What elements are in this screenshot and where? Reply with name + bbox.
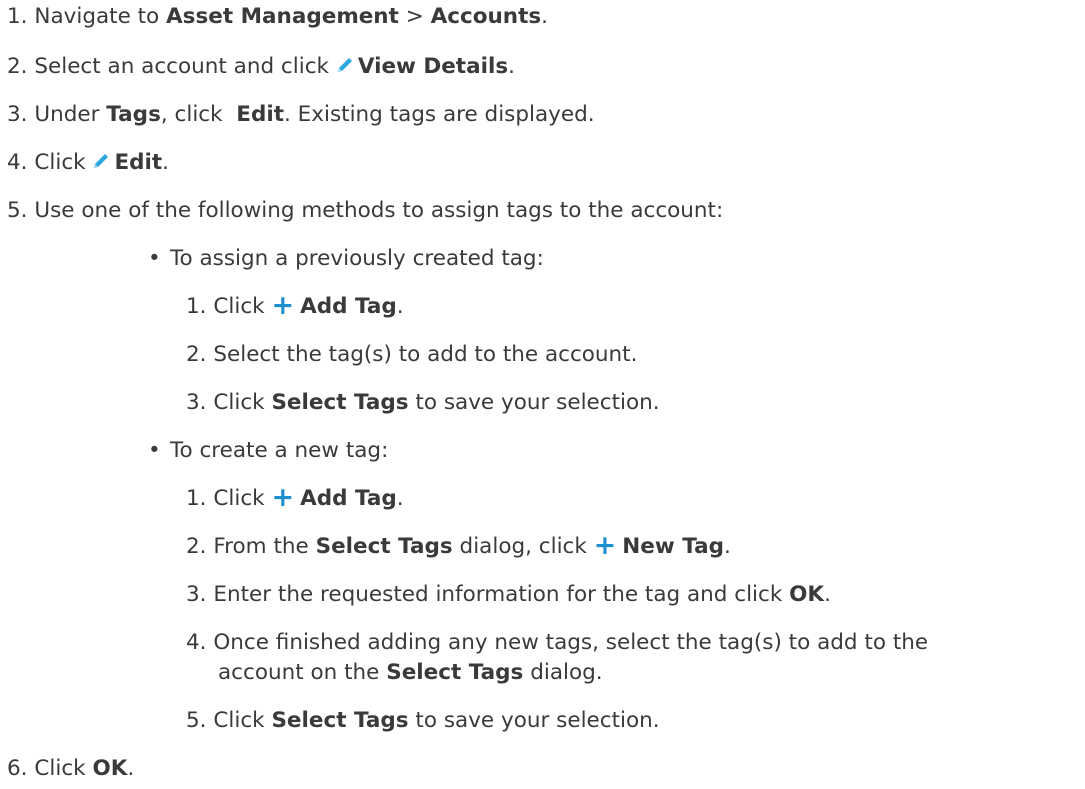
bullet-glyph: • [148,246,161,271]
substep-a3: 3. Click Select Tags to save your select… [186,388,660,417]
substep-b3: 3. Enter the requested information for t… [186,580,831,609]
step-text: dialog, click [452,534,594,559]
plus-icon: + [271,482,295,513]
plus-icon: + [271,290,295,321]
step-text: . [724,534,731,559]
step-text: Click [213,294,272,319]
step-text: Click [213,390,272,415]
substep-b2: 2. From the Select Tags dialog, click + N… [186,532,731,561]
step-text: . [541,4,549,29]
new-tag-label: New Tag [622,534,725,559]
step-text: Select the tag(s) to add to the account. [213,342,638,367]
step-6: 6. Click OK. [7,754,134,783]
step-number: 3. [186,390,207,415]
step-text: From the [213,534,316,559]
step-text: . Existing tags are displayed. [284,102,595,127]
step-text: Select an account and click [34,54,336,79]
step-text: Enter the requested information for the … [213,582,790,607]
step-text: . [824,582,831,607]
step-number: 1. [186,486,207,511]
step-text: . [396,294,404,319]
step-text: dialog. [523,660,603,685]
step-2: 2. Select an account and click View Deta… [7,52,515,81]
step-number: 2. [7,54,28,79]
substep-b4-continued: account on the Select Tags dialog. [218,658,603,687]
instructions-page: 1. Navigate to Asset Management > Accoun… [0,0,1085,789]
step-text: To assign a previously created tag: [170,246,544,271]
step-3: 3. Under Tags, click Edit. Existing tags… [7,100,595,129]
step-text: . [127,756,135,781]
select-tags-label: Select Tags [386,660,524,685]
plus-icon: + [593,530,617,561]
step-text: > [398,4,431,29]
step-number: 3. [186,582,207,607]
edit-label: Edit [114,150,163,175]
step-number: 1. [186,294,207,319]
step-text: Click [34,756,93,781]
step-text: to save your selection. [408,390,660,415]
step-number: 6. [7,756,28,781]
bullet-create-new: • To create a new tag: [148,436,388,465]
step-number: 1. [7,4,28,29]
substep-b4: 4. Once finished adding any new tags, se… [186,628,928,657]
substep-a2: 2. Select the tag(s) to add to the accou… [186,340,637,369]
menu-accounts: Accounts [430,4,542,29]
add-tag-label: Add Tag [300,294,397,319]
ok-label: OK [92,756,128,781]
add-tag-label: Add Tag [300,486,397,511]
step-text: . [396,486,404,511]
menu-asset-management: Asset Management [166,4,399,29]
select-tags-label: Select Tags [271,708,409,733]
step-4: 4. Click Edit. [7,148,169,177]
step-text: Under [34,102,107,127]
substep-b1: 1. Click + Add Tag. [186,484,404,513]
step-text: Use one of the following methods to assi… [34,198,724,223]
step-text: , click [160,102,237,127]
step-5: 5. Use one of the following methods to a… [7,196,723,225]
step-text: Click [213,486,272,511]
view-details-label: View Details [357,54,509,79]
step-number: 4. [186,630,207,655]
step-text: to save your selection. [408,708,660,733]
tags-label: Tags [106,102,161,127]
substep-b5: 5. Click Select Tags to save your select… [186,706,660,735]
step-text: Click [34,150,93,175]
step-number: 2. [186,342,207,367]
ok-label: OK [789,582,825,607]
step-number: 3. [7,102,28,127]
step-text: Navigate to [34,4,167,29]
step-text: . [508,54,515,79]
step-text: Once finished adding any new tags, selec… [213,630,929,655]
step-number: 2. [186,534,207,559]
step-text: To create a new tag: [170,438,389,463]
bullet-assign-existing: • To assign a previously created tag: [148,244,544,273]
pencil-icon [337,58,352,72]
step-text: Click [213,708,272,733]
step-number: 4. [7,150,28,175]
step-number: 5. [7,198,28,223]
select-tags-label: Select Tags [315,534,453,559]
select-tags-label: Select Tags [271,390,409,415]
substep-a1: 1. Click + Add Tag. [186,292,404,321]
bullet-glyph: • [148,438,161,463]
step-number: 5. [186,708,207,733]
edit-label: Edit [236,102,284,127]
pencil-icon [94,154,109,168]
step-text: . [162,150,170,175]
step-text: account on the [218,660,387,685]
step-1: 1. Navigate to Asset Management > Accoun… [7,2,548,31]
